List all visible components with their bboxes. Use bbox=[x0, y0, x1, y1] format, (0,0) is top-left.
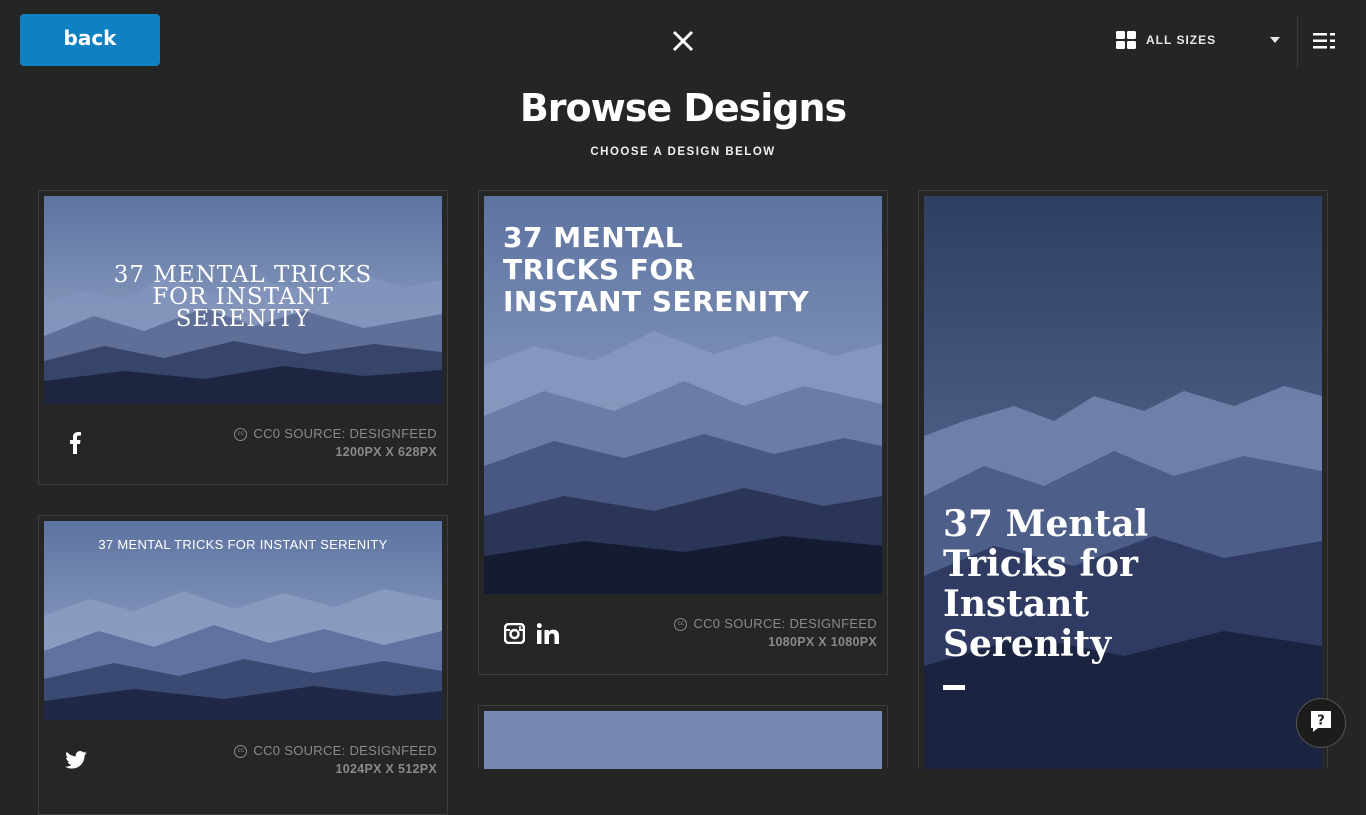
back-button[interactable]: back bbox=[20, 14, 160, 66]
design-accent-bar bbox=[943, 685, 965, 690]
design-size: 1024PX X 512PX bbox=[335, 762, 437, 776]
cc-icon: cc bbox=[234, 427, 248, 441]
design-text-line: 37 MENTAL TRICKS FOR INSTANT SERENITY bbox=[98, 537, 388, 552]
design-card-pinterest[interactable]: 37 Mental Tricks for Instant Serenity bbox=[918, 190, 1328, 769]
design-text-line: 37 Mental bbox=[943, 503, 1149, 545]
linkedin-icon bbox=[536, 623, 559, 649]
all-sizes-label: ALL SIZES bbox=[1146, 33, 1217, 47]
help-button[interactable]: ? bbox=[1296, 698, 1346, 748]
design-text-line: 37 MENTAL bbox=[503, 221, 684, 254]
design-thumbnail[interactable]: 37 MENTAL TRICKS FOR INSTANT SERENITY bbox=[44, 196, 442, 404]
chevron-down-icon bbox=[1270, 37, 1280, 43]
close-icon[interactable] bbox=[668, 26, 698, 56]
design-text-line: INSTANT SERENITY bbox=[503, 285, 810, 318]
design-card-instagram[interactable]: 37 MENTAL TRICKS FOR INSTANT SERENITY cc… bbox=[478, 190, 888, 675]
menu-list-icon[interactable] bbox=[1313, 32, 1335, 50]
help-chat-icon: ? bbox=[1309, 709, 1333, 738]
design-text-line: FOR INSTANT bbox=[152, 284, 334, 310]
design-text-line: 37 MENTAL TRICKS bbox=[113, 262, 373, 288]
design-card[interactable] bbox=[478, 705, 888, 769]
design-thumbnail[interactable]: 37 MENTAL TRICKS FOR INSTANT SERENITY bbox=[44, 521, 442, 720]
design-thumbnail[interactable]: 37 Mental Tricks for Instant Serenity bbox=[924, 196, 1322, 769]
design-thumbnail[interactable] bbox=[484, 711, 882, 769]
design-card-twitter[interactable]: 37 MENTAL TRICKS FOR INSTANT SERENITY cc… bbox=[38, 515, 448, 815]
design-text-line: Serenity bbox=[943, 623, 1112, 665]
design-text-line: Instant bbox=[943, 583, 1090, 625]
design-text-line: SERENITY bbox=[175, 306, 311, 332]
design-card-facebook[interactable]: 37 MENTAL TRICKS FOR INSTANT SERENITY cc… bbox=[38, 190, 448, 485]
design-thumbnail[interactable]: 37 MENTAL TRICKS FOR INSTANT SERENITY bbox=[484, 196, 882, 594]
design-size: 1200PX X 628PX bbox=[335, 445, 437, 459]
header-divider bbox=[1297, 16, 1298, 68]
svg-text:?: ? bbox=[1317, 713, 1325, 728]
cc-icon: cc bbox=[234, 744, 248, 758]
design-text-line: Tricks for bbox=[943, 543, 1138, 585]
twitter-icon bbox=[65, 751, 87, 774]
facebook-icon bbox=[69, 432, 81, 459]
instagram-icon bbox=[503, 622, 526, 649]
page-title: Browse Designs bbox=[519, 86, 847, 130]
design-source: CC0 SOURCE: DESIGNFEED bbox=[693, 616, 877, 631]
grid-icon bbox=[1116, 31, 1136, 49]
design-size: 1080PX X 1080PX bbox=[768, 635, 877, 649]
design-source: CC0 SOURCE: DESIGNFEED bbox=[253, 426, 437, 441]
cc-icon: cc bbox=[674, 617, 688, 631]
all-sizes-dropdown[interactable]: ALL SIZES bbox=[1116, 30, 1282, 50]
page-subtitle: CHOOSE A DESIGN BELOW bbox=[590, 146, 776, 158]
design-text-line: TRICKS FOR bbox=[503, 253, 696, 286]
design-source: CC0 SOURCE: DESIGNFEED bbox=[253, 743, 437, 758]
